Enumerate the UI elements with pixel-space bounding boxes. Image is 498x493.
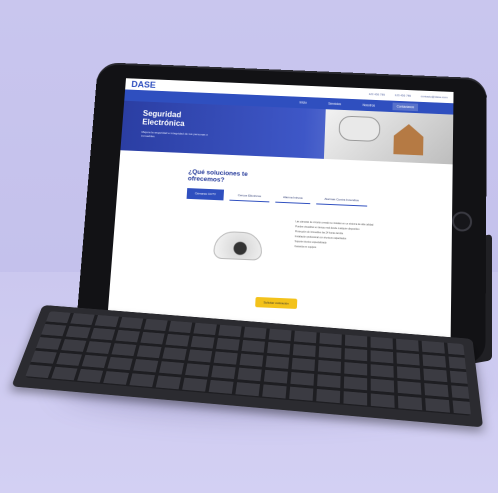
tab-cercos-electricos[interactable]: Cercos Eléctricos — [229, 189, 270, 203]
tab-alarma-intrusa[interactable]: Alarma Intrusa — [274, 191, 311, 205]
quote-button[interactable]: Solicitar cotización — [255, 296, 298, 309]
solutions-tabs: Cámaras CCTV Cercos Eléctricos Alarma In… — [186, 188, 368, 207]
nav-item-servicios[interactable]: Servicios — [324, 100, 345, 108]
hero-title: Seguridad Electrónica — [141, 109, 185, 128]
house-icon — [393, 124, 423, 156]
nav-item-contactanos[interactable]: Contáctanos — [392, 102, 419, 112]
dome-camera-icon — [213, 230, 263, 261]
cctv-camera-image — [213, 227, 263, 261]
contact-phone-1[interactable]: 123 456 789 — [369, 92, 385, 96]
solutions-title: ¿Qué soluciones te ofrecemos? — [187, 168, 248, 184]
home-button[interactable] — [451, 211, 473, 232]
feature-list: Las cámaras de circuito cerrado se insta… — [294, 220, 406, 255]
hero-image — [323, 109, 454, 165]
contact-email[interactable]: contacto@dase.com — [421, 94, 448, 99]
nav-item-inicio[interactable]: Inicio — [295, 99, 310, 107]
tab-alarmas-incendios[interactable]: Alarmas Contra Incendios — [316, 193, 368, 207]
tablet-screen: DASE 123 456 789 123 456 789 contacto@da… — [106, 78, 454, 341]
tab-camaras-cctv[interactable]: Cámaras CCTV — [186, 188, 225, 201]
site-logo[interactable]: DASE — [131, 79, 156, 89]
camera-photo-icon — [338, 115, 381, 143]
hero-subtitle: Mejora la seguridad e integridad de tus … — [141, 130, 209, 139]
nav-item-nosotros[interactable]: Nosotros — [358, 101, 379, 109]
contact-phone-2[interactable]: 123 456 789 — [395, 93, 411, 97]
contact-info: 123 456 789 123 456 789 contacto@dase.co… — [369, 92, 448, 99]
